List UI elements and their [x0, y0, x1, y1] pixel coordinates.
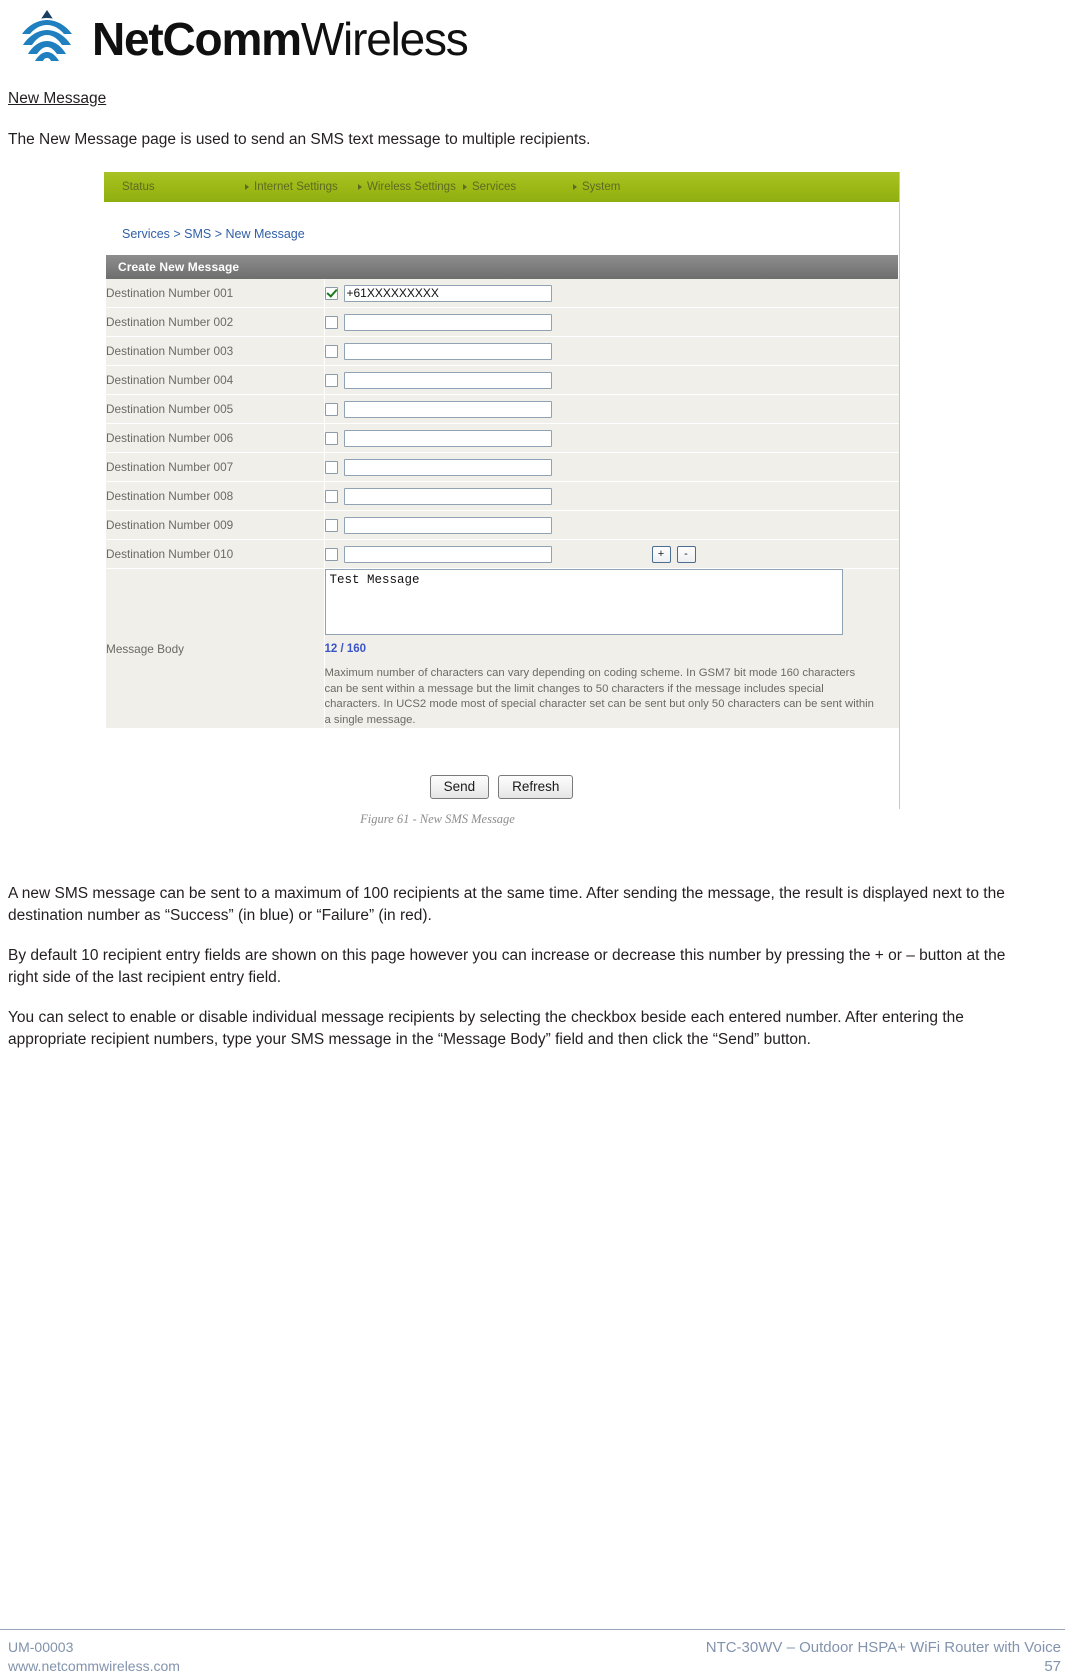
destination-checkbox-002[interactable]: [324, 315, 338, 329]
figure-caption: Figure 61 - New SMS Message: [360, 812, 515, 826]
destination-label-007: Destination Number 007: [106, 452, 325, 482]
table-row: Destination Number 008: [106, 481, 899, 511]
page-title: New Message: [8, 90, 107, 107]
body-paragraph-3: You can select to enable or disable indi…: [8, 1009, 964, 1048]
destination-checkbox-005[interactable]: [324, 402, 338, 416]
table-row: Destination Number 007: [106, 452, 899, 482]
chevron-right-icon: [245, 184, 249, 190]
nav-item-services[interactable]: Services: [463, 181, 573, 193]
destination-input-009[interactable]: [343, 516, 552, 534]
destination-checkbox-001[interactable]: [324, 286, 338, 300]
destination-input-006[interactable]: [343, 429, 552, 447]
figure-new-sms-message: Status Internet Settings Wireless Settin…: [104, 172, 900, 827]
destination-input-005[interactable]: [343, 400, 552, 418]
destination-label-010: Destination Number 010: [106, 539, 325, 569]
table-row: Destination Number 009: [106, 510, 899, 540]
chevron-right-icon: [358, 184, 362, 190]
destination-checkbox-009[interactable]: [324, 518, 338, 532]
recipient-count-controls: + -: [651, 545, 696, 563]
destination-input-002[interactable]: [343, 313, 552, 331]
destination-input-008[interactable]: [343, 487, 552, 505]
add-recipient-button[interactable]: +: [651, 545, 671, 563]
footer-website: www.netcommwireless.com: [8, 1658, 180, 1674]
nav-label-system: System: [582, 181, 621, 193]
brand-wordmark: NetCommWireless: [92, 13, 469, 65]
form-action-buttons: Send Refresh: [104, 729, 899, 809]
remove-recipient-button[interactable]: -: [676, 545, 696, 563]
nav-label-services: Services: [472, 181, 517, 193]
message-body-textarea[interactable]: [324, 569, 843, 635]
brand-name-light: Wireless: [300, 13, 469, 65]
intro-paragraph: The New Message page is used to send an …: [8, 131, 591, 148]
destination-label-008: Destination Number 008: [106, 481, 325, 511]
footer-divider: [0, 1629, 1065, 1630]
destination-label-006: Destination Number 006: [106, 423, 325, 453]
destination-checkbox-003[interactable]: [324, 344, 338, 358]
footer-doc-id: UM-00003: [8, 1639, 74, 1655]
destination-label-009: Destination Number 009: [106, 510, 325, 540]
nav-label-internet-settings: Internet Settings: [254, 181, 338, 193]
destination-label-003: Destination Number 003: [106, 336, 325, 366]
destination-input-001[interactable]: [343, 284, 552, 302]
panel-header-create-new-message: Create New Message: [106, 255, 898, 279]
destination-checkbox-007[interactable]: [324, 460, 338, 474]
nav-item-status[interactable]: Status: [122, 181, 245, 193]
breadcrumb: Services > SMS > New Message: [122, 227, 305, 241]
table-row: Destination Number 003: [106, 336, 899, 366]
send-button[interactable]: Send: [429, 775, 490, 799]
message-body-label: Message Body: [106, 568, 325, 729]
destination-checkbox-010[interactable]: [324, 547, 338, 561]
destination-label-002: Destination Number 002: [106, 307, 325, 337]
nav-label-wireless-settings: Wireless Settings: [367, 181, 456, 193]
destination-label-005: Destination Number 005: [106, 394, 325, 424]
chevron-right-icon: [463, 184, 467, 190]
destination-checkbox-006[interactable]: [324, 431, 338, 445]
refresh-button[interactable]: Refresh: [498, 775, 574, 799]
nav-item-wireless-settings[interactable]: Wireless Settings: [358, 181, 463, 193]
table-row: Destination Number 006: [106, 423, 899, 453]
table-row: Destination Number 001: [106, 279, 899, 308]
destination-input-007[interactable]: [343, 458, 552, 476]
body-paragraph-2: By default 10 recipient entry fields are…: [8, 947, 1006, 986]
create-new-message-form: Destination Number 001 Destination Numbe…: [106, 279, 899, 729]
router-web-ui-screenshot: Status Internet Settings Wireless Settin…: [104, 172, 900, 809]
destination-input-003[interactable]: [343, 342, 552, 360]
nav-item-internet-settings[interactable]: Internet Settings: [245, 181, 358, 193]
body-paragraph-1: A new SMS message can be sent to a maxim…: [8, 885, 1005, 924]
table-row: Destination Number 005: [106, 394, 899, 424]
main-navigation-bar: Status Internet Settings Wireless Settin…: [104, 172, 899, 202]
footer-product-name: NTC-30WV – Outdoor HSPA+ WiFi Router wit…: [705, 1639, 1061, 1656]
table-row: Destination Number 010 + -: [106, 539, 899, 569]
destination-checkbox-004[interactable]: [324, 373, 338, 387]
netcomm-wireless-logo-icon: [8, 8, 86, 70]
table-row: Destination Number 004: [106, 365, 899, 395]
footer-page-number: 57: [1044, 1658, 1061, 1675]
footer-left: UM-00003 www.netcommwireless.com: [8, 1638, 180, 1676]
destination-input-010[interactable]: [343, 545, 552, 563]
table-row: Destination Number 002: [106, 307, 899, 337]
nav-item-system[interactable]: System: [573, 181, 620, 193]
character-counter: 12 / 160: [324, 643, 367, 655]
nav-label-status: Status: [122, 181, 155, 193]
brand-name-bold: NetComm: [92, 13, 302, 65]
message-body-row: Message Body 12 / 160 Maximum number of …: [106, 568, 899, 729]
destination-checkbox-008[interactable]: [324, 489, 338, 503]
footer-right: NTC-30WV – Outdoor HSPA+ WiFi Router wit…: [706, 1638, 1061, 1676]
destination-input-004[interactable]: [343, 371, 552, 389]
document-header: NetCommWireless: [8, 6, 469, 72]
destination-label-004: Destination Number 004: [106, 365, 325, 395]
message-body-help-text: Maximum number of characters can vary de…: [324, 667, 874, 726]
destination-label-001: Destination Number 001: [106, 279, 325, 308]
chevron-right-icon: [573, 184, 577, 190]
